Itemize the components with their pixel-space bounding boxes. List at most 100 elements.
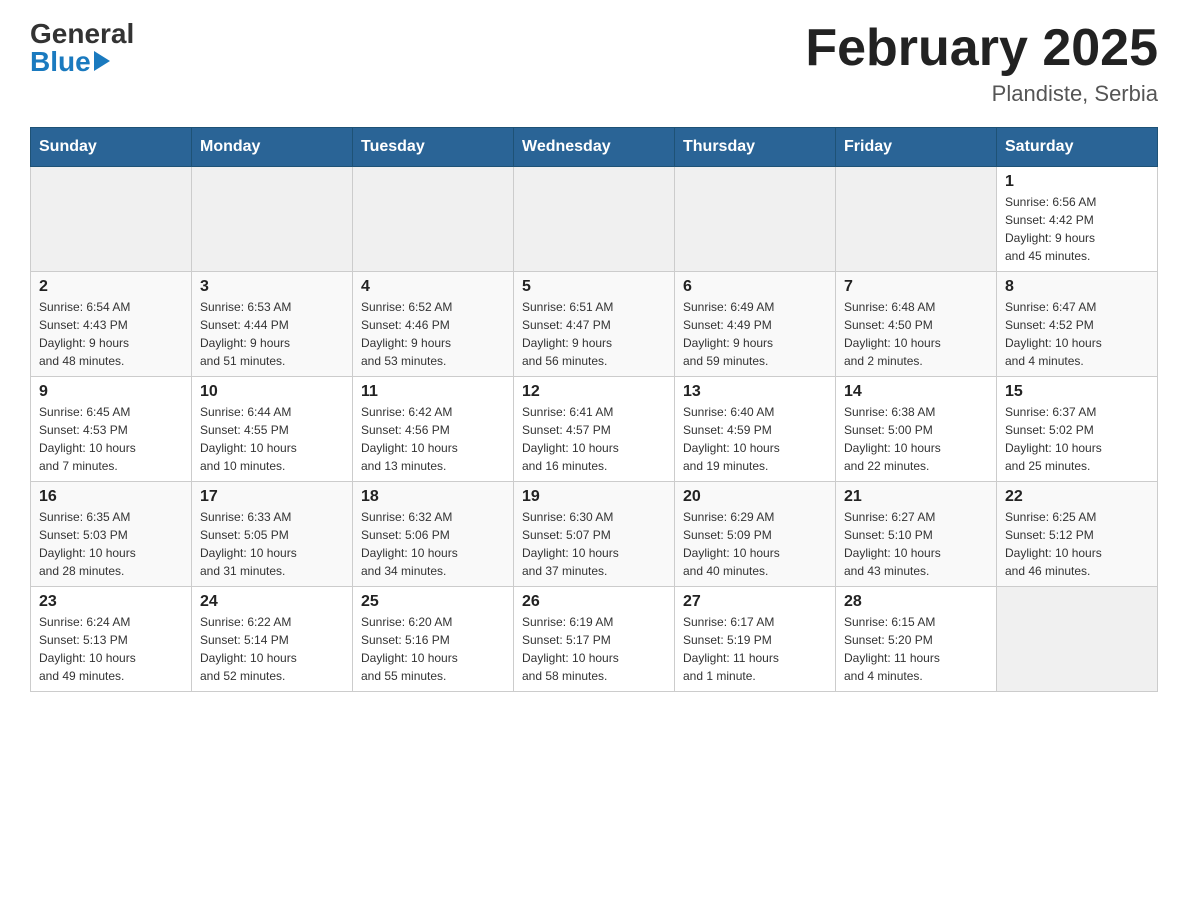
day-info: Sunrise: 6:24 AMSunset: 5:13 PMDaylight:… (39, 613, 183, 685)
calendar-week-row: 2 Sunrise: 6:54 AMSunset: 4:43 PMDaylight… (31, 272, 1158, 377)
location-text: Plandiste, Serbia (805, 81, 1158, 107)
calendar-cell (192, 167, 353, 272)
calendar-cell: 27 Sunrise: 6:17 AMSunset: 5:19 PMDayligh… (675, 587, 836, 692)
day-number: 19 (522, 488, 666, 506)
day-number: 7 (844, 278, 988, 296)
day-info: Sunrise: 6:19 AMSunset: 5:17 PMDaylight:… (522, 613, 666, 685)
day-number: 11 (361, 383, 505, 401)
calendar-cell: 13Sunrise: 6:40 AMSunset: 4:59 PMDayligh… (675, 377, 836, 482)
calendar-cell: 16Sunrise: 6:35 AMSunset: 5:03 PMDayligh… (31, 482, 192, 587)
calendar-cell: 9 Sunrise: 6:45 AMSunset: 4:53 PMDaylight… (31, 377, 192, 482)
day-info: Sunrise: 6:47 AMSunset: 4:52 PMDaylight:… (1005, 298, 1149, 370)
calendar-cell: 26 Sunrise: 6:19 AMSunset: 5:17 PMDayligh… (514, 587, 675, 692)
title-block: February 2025 Plandiste, Serbia (805, 20, 1158, 107)
day-info: Sunrise: 6:17 AMSunset: 5:19 PMDaylight:… (683, 613, 827, 685)
calendar-cell: 20 Sunrise: 6:29 AMSunset: 5:09 PMDayligh… (675, 482, 836, 587)
calendar-cell: 15 Sunrise: 6:37 AMSunset: 5:02 PMDayligh… (997, 377, 1158, 482)
calendar-cell (514, 167, 675, 272)
column-header-wednesday: Wednesday (514, 128, 675, 167)
day-number: 8 (1005, 278, 1149, 296)
calendar-cell: 25 Sunrise: 6:20 AMSunset: 5:16 PMDayligh… (353, 587, 514, 692)
calendar-cell (353, 167, 514, 272)
day-info: Sunrise: 6:29 AMSunset: 5:09 PMDaylight:… (683, 508, 827, 580)
logo-general-text: General (30, 20, 134, 48)
calendar-cell (836, 167, 997, 272)
calendar-cell: 14Sunrise: 6:38 AMSunset: 5:00 PMDayligh… (836, 377, 997, 482)
day-info: Sunrise: 6:30 AMSunset: 5:07 PMDaylight:… (522, 508, 666, 580)
column-header-sunday: Sunday (31, 128, 192, 167)
day-info: Sunrise: 6:15 AMSunset: 5:20 PMDaylight:… (844, 613, 988, 685)
calendar-cell (31, 167, 192, 272)
day-number: 24 (200, 593, 344, 611)
day-info: Sunrise: 6:37 AMSunset: 5:02 PMDaylight:… (1005, 403, 1149, 475)
day-info: Sunrise: 6:52 AMSunset: 4:46 PMDaylight:… (361, 298, 505, 370)
day-info: Sunrise: 6:41 AMSunset: 4:57 PMDaylight:… (522, 403, 666, 475)
day-number: 28 (844, 593, 988, 611)
calendar-cell: 6 Sunrise: 6:49 AMSunset: 4:49 PMDaylight… (675, 272, 836, 377)
column-header-saturday: Saturday (997, 128, 1158, 167)
day-info: Sunrise: 6:33 AMSunset: 5:05 PMDaylight:… (200, 508, 344, 580)
calendar-table: SundayMondayTuesdayWednesdayThursdayFrid… (30, 127, 1158, 692)
calendar-cell: 2 Sunrise: 6:54 AMSunset: 4:43 PMDaylight… (31, 272, 192, 377)
calendar-cell: 1Sunrise: 6:56 AMSunset: 4:42 PMDaylight… (997, 167, 1158, 272)
day-number: 9 (39, 383, 183, 401)
calendar-week-row: 23 Sunrise: 6:24 AMSunset: 5:13 PMDayligh… (31, 587, 1158, 692)
day-number: 12 (522, 383, 666, 401)
day-number: 6 (683, 278, 827, 296)
column-header-friday: Friday (836, 128, 997, 167)
day-info: Sunrise: 6:51 AMSunset: 4:47 PMDaylight:… (522, 298, 666, 370)
day-info: Sunrise: 6:45 AMSunset: 4:53 PMDaylight:… (39, 403, 183, 475)
calendar-cell: 7 Sunrise: 6:48 AMSunset: 4:50 PMDaylight… (836, 272, 997, 377)
day-info: Sunrise: 6:54 AMSunset: 4:43 PMDaylight:… (39, 298, 183, 370)
logo-arrow-icon (94, 51, 110, 71)
calendar-header-row: SundayMondayTuesdayWednesdayThursdayFrid… (31, 128, 1158, 167)
day-number: 26 (522, 593, 666, 611)
calendar-cell (675, 167, 836, 272)
day-number: 10 (200, 383, 344, 401)
day-number: 5 (522, 278, 666, 296)
day-number: 14 (844, 383, 988, 401)
day-number: 23 (39, 593, 183, 611)
calendar-cell: 11Sunrise: 6:42 AMSunset: 4:56 PMDayligh… (353, 377, 514, 482)
day-number: 2 (39, 278, 183, 296)
day-number: 15 (1005, 383, 1149, 401)
day-info: Sunrise: 6:35 AMSunset: 5:03 PMDaylight:… (39, 508, 183, 580)
calendar-cell: 19 Sunrise: 6:30 AMSunset: 5:07 PMDayligh… (514, 482, 675, 587)
calendar-cell: 23 Sunrise: 6:24 AMSunset: 5:13 PMDayligh… (31, 587, 192, 692)
day-info: Sunrise: 6:20 AMSunset: 5:16 PMDaylight:… (361, 613, 505, 685)
calendar-cell: 28 Sunrise: 6:15 AMSunset: 5:20 PMDayligh… (836, 587, 997, 692)
calendar-week-row: 9 Sunrise: 6:45 AMSunset: 4:53 PMDaylight… (31, 377, 1158, 482)
calendar-cell: 8 Sunrise: 6:47 AMSunset: 4:52 PMDaylight… (997, 272, 1158, 377)
calendar-cell: 10 Sunrise: 6:44 AMSunset: 4:55 PMDayligh… (192, 377, 353, 482)
logo-blue-text: Blue (30, 48, 91, 76)
calendar-week-row: 1Sunrise: 6:56 AMSunset: 4:42 PMDaylight… (31, 167, 1158, 272)
day-info: Sunrise: 6:25 AMSunset: 5:12 PMDaylight:… (1005, 508, 1149, 580)
day-number: 13 (683, 383, 827, 401)
calendar-cell (997, 587, 1158, 692)
day-number: 27 (683, 593, 827, 611)
logo: General Blue (30, 20, 134, 76)
column-header-monday: Monday (192, 128, 353, 167)
calendar-cell: 17 Sunrise: 6:33 AMSunset: 5:05 PMDayligh… (192, 482, 353, 587)
calendar-cell: 22Sunrise: 6:25 AMSunset: 5:12 PMDayligh… (997, 482, 1158, 587)
day-number: 4 (361, 278, 505, 296)
day-info: Sunrise: 6:44 AMSunset: 4:55 PMDaylight:… (200, 403, 344, 475)
calendar-cell: 18Sunrise: 6:32 AMSunset: 5:06 PMDayligh… (353, 482, 514, 587)
month-title: February 2025 (805, 20, 1158, 77)
day-number: 25 (361, 593, 505, 611)
column-header-thursday: Thursday (675, 128, 836, 167)
day-info: Sunrise: 6:27 AMSunset: 5:10 PMDaylight:… (844, 508, 988, 580)
day-info: Sunrise: 6:56 AMSunset: 4:42 PMDaylight:… (1005, 193, 1149, 265)
day-info: Sunrise: 6:53 AMSunset: 4:44 PMDaylight:… (200, 298, 344, 370)
day-number: 21 (844, 488, 988, 506)
day-number: 20 (683, 488, 827, 506)
day-info: Sunrise: 6:49 AMSunset: 4:49 PMDaylight:… (683, 298, 827, 370)
day-info: Sunrise: 6:22 AMSunset: 5:14 PMDaylight:… (200, 613, 344, 685)
calendar-cell: 21 Sunrise: 6:27 AMSunset: 5:10 PMDayligh… (836, 482, 997, 587)
day-info: Sunrise: 6:48 AMSunset: 4:50 PMDaylight:… (844, 298, 988, 370)
calendar-cell: 3 Sunrise: 6:53 AMSunset: 4:44 PMDaylight… (192, 272, 353, 377)
column-header-tuesday: Tuesday (353, 128, 514, 167)
calendar-week-row: 16Sunrise: 6:35 AMSunset: 5:03 PMDayligh… (31, 482, 1158, 587)
day-number: 17 (200, 488, 344, 506)
day-number: 3 (200, 278, 344, 296)
